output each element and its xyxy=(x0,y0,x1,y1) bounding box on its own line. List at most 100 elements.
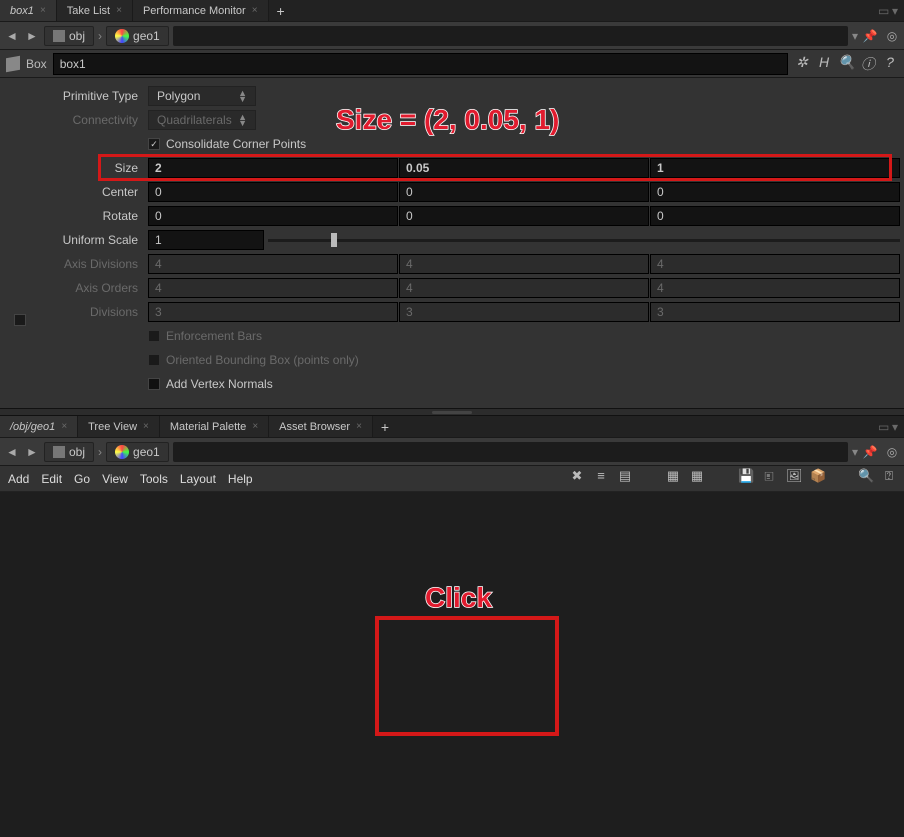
tab-close-icon[interactable]: × xyxy=(116,5,122,16)
path-segment-obj[interactable]: obj xyxy=(44,26,94,46)
center-z-input[interactable] xyxy=(650,182,900,202)
size-y-input[interactable] xyxy=(399,158,649,178)
help-H-icon[interactable]: H xyxy=(816,54,832,74)
target-icon[interactable]: ◎ xyxy=(884,29,900,43)
consolidate-checkbox[interactable]: ✓ xyxy=(148,138,160,150)
box-icon[interactable]: 📦 xyxy=(810,468,824,490)
pane-maximize-icon[interactable]: ▭ xyxy=(878,4,888,14)
tab-obj-geo1[interactable]: /obj/geo1 × xyxy=(0,416,78,437)
tab-take-list[interactable]: Take List × xyxy=(57,0,133,21)
tab-performance-monitor[interactable]: Performance Monitor × xyxy=(133,0,269,21)
new-tab-button[interactable]: + xyxy=(269,3,293,19)
nav-back-icon[interactable]: ◄ xyxy=(4,445,20,459)
annotation-click-text: Click xyxy=(425,582,492,614)
label-axis-orders: Axis Orders xyxy=(0,281,148,295)
label-size: Size xyxy=(0,161,148,175)
grid-icon[interactable]: ▦ xyxy=(666,468,680,490)
tab-asset-browser[interactable]: Asset Browser × xyxy=(269,416,373,437)
tab-label: Tree View xyxy=(88,421,137,433)
menu-add[interactable]: Add xyxy=(8,472,29,486)
size-z-input[interactable] xyxy=(650,158,900,178)
tab-box1[interactable]: box1 × xyxy=(0,0,57,21)
parameter-path-bar: ◄ ► obj › geo1 ▾ 📌 ◎ xyxy=(0,22,904,50)
menu-tools[interactable]: Tools xyxy=(140,472,168,486)
tab-label: box1 xyxy=(10,5,34,17)
tab-close-icon[interactable]: × xyxy=(40,5,46,16)
pin-icon[interactable]: 📌 xyxy=(862,29,878,43)
menu-layout[interactable]: Layout xyxy=(180,472,216,486)
uniform-scale-slider[interactable] xyxy=(268,233,900,247)
size-x-input[interactable] xyxy=(148,158,398,178)
uniform-scale-input[interactable] xyxy=(148,230,264,250)
rotate-z-input[interactable] xyxy=(650,206,900,226)
save-icon[interactable]: 💾 xyxy=(738,468,752,490)
add-vertex-normals-checkbox[interactable] xyxy=(148,378,160,390)
tab-label: Material Palette xyxy=(170,421,246,433)
tab-tree-view[interactable]: Tree View × xyxy=(78,416,160,437)
image-icon[interactable]: 🖼 xyxy=(786,468,800,490)
path-segment-obj[interactable]: obj xyxy=(44,442,94,462)
label-center: Center xyxy=(0,185,148,199)
tab-material-palette[interactable]: Material Palette × xyxy=(160,416,269,437)
center-x-input[interactable] xyxy=(148,182,398,202)
pane-menu-icon[interactable]: ▾ xyxy=(892,420,898,434)
info-icon[interactable]: ⓘ xyxy=(860,54,876,74)
path-segment-geo1[interactable]: geo1 xyxy=(106,26,169,46)
tab-close-icon[interactable]: × xyxy=(356,421,362,432)
list2-icon[interactable]: ▤ xyxy=(618,468,632,490)
primitive-type-dropdown[interactable]: Polygon ▲▼ xyxy=(148,86,256,106)
nav-forward-icon[interactable]: ► xyxy=(24,29,40,43)
dropdown-handle-icon: ▲▼ xyxy=(238,114,247,126)
axis-divisions-x-input xyxy=(148,254,398,274)
path-separator-icon: › xyxy=(98,29,102,43)
pane-divider[interactable] xyxy=(0,408,904,416)
annotation-size-text: Size = (2, 0.05, 1) xyxy=(336,104,559,136)
nav-back-icon[interactable]: ◄ xyxy=(4,29,20,43)
path-segment-geo1[interactable]: geo1 xyxy=(106,442,169,462)
pane-maximize-icon[interactable]: ▭ xyxy=(878,420,888,430)
menu-help[interactable]: Help xyxy=(228,472,253,486)
tab-close-icon[interactable]: × xyxy=(252,5,258,16)
path-dropdown-icon[interactable]: ▾ xyxy=(852,29,858,43)
grid2-icon[interactable]: ▦ xyxy=(690,468,704,490)
tab-close-icon[interactable]: × xyxy=(143,421,149,432)
pin-icon[interactable]: 📌 xyxy=(862,445,878,459)
add-vertex-normals-label: Add Vertex Normals xyxy=(166,377,273,391)
tab-label: Take List xyxy=(67,5,110,17)
menu-go[interactable]: Go xyxy=(74,472,90,486)
tab-close-icon[interactable]: × xyxy=(252,421,258,432)
node-name-input[interactable] xyxy=(53,53,788,75)
center-y-input[interactable] xyxy=(399,182,649,202)
note-icon[interactable]: 🗉 xyxy=(762,468,776,490)
menu-view[interactable]: View xyxy=(102,472,128,486)
parameter-tab-bar: box1 × Take List × Performance Monitor ×… xyxy=(0,0,904,22)
path-label: obj xyxy=(69,29,85,43)
path-dropdown-icon[interactable]: ▾ xyxy=(852,445,858,459)
label-rotate: Rotate xyxy=(0,209,148,223)
path-input[interactable] xyxy=(173,26,848,46)
box-node-icon xyxy=(6,55,20,71)
gear-icon[interactable]: ✲ xyxy=(794,54,810,74)
nav-forward-icon[interactable]: ► xyxy=(24,445,40,459)
rotate-x-input[interactable] xyxy=(148,206,398,226)
target-icon[interactable]: ◎ xyxy=(884,445,900,459)
wrench-icon[interactable]: ✖ xyxy=(570,468,584,490)
question-icon[interactable]: ? xyxy=(882,54,898,74)
tab-label: Asset Browser xyxy=(279,421,350,433)
list-icon[interactable]: ≡ xyxy=(594,468,608,490)
enforcement-bars-label: Enforcement Bars xyxy=(166,329,262,343)
path-input[interactable] xyxy=(173,442,848,462)
search-icon[interactable]: 🔍 xyxy=(858,468,872,490)
pane-menu-icon[interactable]: ▾ xyxy=(892,4,898,18)
geo-icon xyxy=(115,29,129,43)
search-icon[interactable]: 🔍 xyxy=(838,54,854,74)
dropdown-value: Polygon xyxy=(157,89,200,103)
parameter-side-toggle[interactable] xyxy=(14,314,26,326)
annotation-node-box xyxy=(375,616,559,736)
rotate-y-input[interactable] xyxy=(399,206,649,226)
camera-icon[interactable]: ⍰ xyxy=(882,468,896,490)
menu-edit[interactable]: Edit xyxy=(41,472,62,486)
dropdown-value: Quadrilaterals xyxy=(157,113,232,127)
tab-close-icon[interactable]: × xyxy=(61,421,67,432)
new-tab-button[interactable]: + xyxy=(373,419,397,435)
